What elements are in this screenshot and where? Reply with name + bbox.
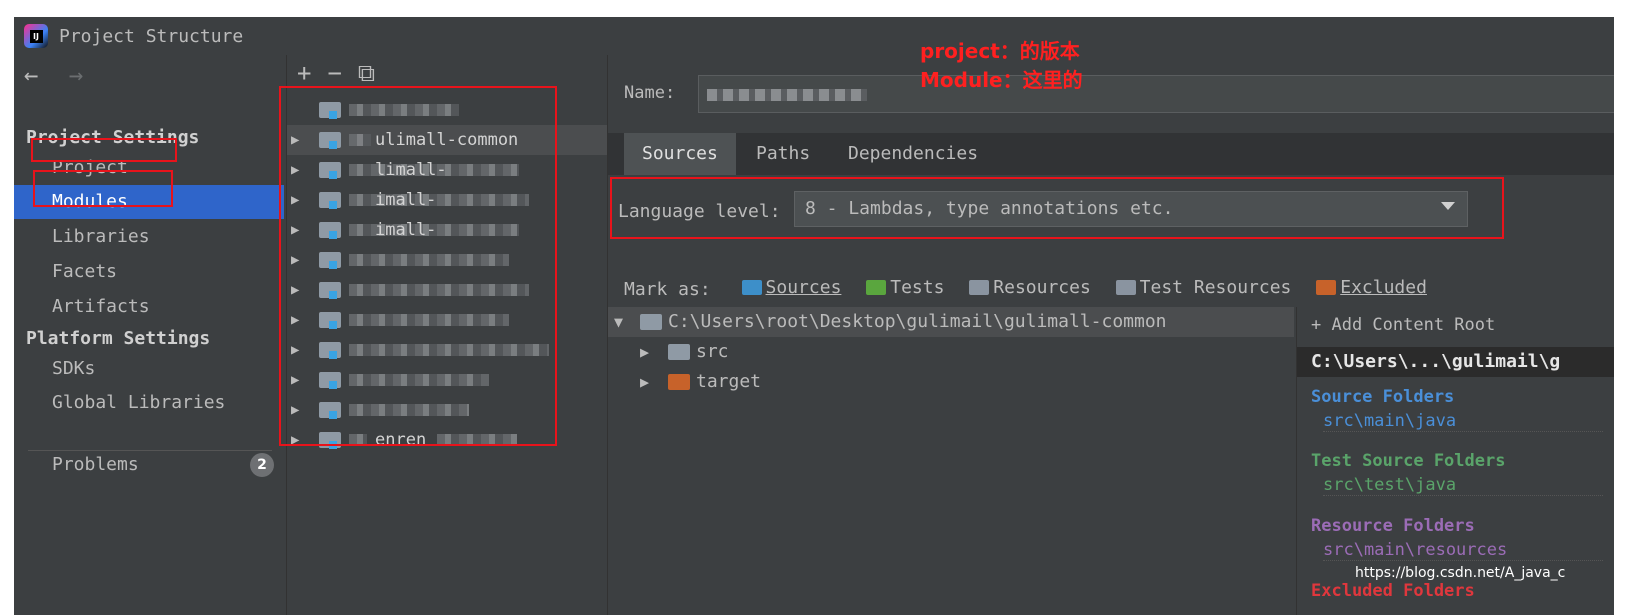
test-source-folder-item[interactable]: src\test\java xyxy=(1323,475,1603,496)
title-bar: IJ Project Structure xyxy=(14,17,1614,55)
annotation-line-2: Module：这里的 xyxy=(920,68,1083,92)
plus-icon[interactable]: + xyxy=(297,59,311,87)
project-structure-window: IJ Project Structure ← → Project Setting… xyxy=(14,17,1614,615)
nav-item-problems[interactable]: Problems 2 xyxy=(14,448,284,482)
mark-sources-button[interactable]: Sources xyxy=(741,277,842,298)
annotation-box-module-list xyxy=(279,86,557,446)
mark-excluded-button[interactable]: Excluded xyxy=(1316,277,1427,298)
arrow-right-icon[interactable]: → xyxy=(69,61,83,89)
window-title: Project Structure xyxy=(59,25,244,47)
tab-paths[interactable]: Paths xyxy=(738,133,828,175)
excluded-folder-icon xyxy=(668,374,690,390)
copy-icon[interactable]: ⧉ xyxy=(358,59,375,87)
mark-excluded-label: Excluded xyxy=(1340,277,1427,298)
mark-tests-label: Tests xyxy=(890,277,945,298)
annotation-box-language-level xyxy=(610,177,1504,239)
mark-as-row: Mark as: Sources Tests Resources Test Re… xyxy=(624,277,1441,300)
name-field[interactable] xyxy=(698,75,1614,113)
tree-row-label: src xyxy=(696,341,729,362)
expand-arrow-icon[interactable]: ▶ xyxy=(640,367,649,397)
nav-item-sdks[interactable]: SDKs xyxy=(14,352,284,386)
test-resources-folder-icon xyxy=(1115,280,1136,295)
tests-folder-icon xyxy=(866,280,887,295)
folder-icon xyxy=(668,344,690,360)
source-folders-heading: Source Folders xyxy=(1311,387,1455,407)
arrow-left-icon[interactable]: ← xyxy=(24,61,38,89)
content-tree: ▼ C:\Users\root\Desktop\gulimail\gulimal… xyxy=(608,307,1294,615)
problems-label: Problems xyxy=(52,454,139,475)
resources-folder-icon xyxy=(969,280,990,295)
mark-test-resources-button[interactable]: Test Resources xyxy=(1115,277,1292,298)
mark-sources-label: Sources xyxy=(765,277,842,298)
nav-item-artifacts[interactable]: Artifacts xyxy=(14,290,284,324)
content-root-path: C:\Users\...\gulimail\g xyxy=(1297,347,1614,377)
excluded-folders-heading: Excluded Folders xyxy=(1311,581,1475,601)
nav-item-global-libraries[interactable]: Global Libraries xyxy=(14,386,284,420)
mark-tests-button[interactable]: Tests xyxy=(866,277,944,298)
annotation-box-project xyxy=(31,138,177,162)
resource-folder-item[interactable]: src\main\resources xyxy=(1323,540,1603,561)
mark-as-label: Mark as: xyxy=(624,279,711,300)
collapse-arrow-icon[interactable]: ▼ xyxy=(614,307,623,337)
mark-resources-button[interactable]: Resources xyxy=(969,277,1091,298)
module-settings-panel: Name: Sources Paths Dependencies Languag… xyxy=(608,55,1614,615)
folder-icon xyxy=(640,314,662,330)
redacted-name-value xyxy=(707,89,867,101)
watermark: https://blog.csdn.net/A_java_c xyxy=(1355,565,1566,581)
add-content-root-button[interactable]: + Add Content Root xyxy=(1311,315,1495,335)
minus-icon[interactable]: − xyxy=(327,59,341,87)
tab-dependencies[interactable]: Dependencies xyxy=(830,133,996,175)
tree-row-label: C:\Users\root\Desktop\gulimail\gulimall-… xyxy=(668,311,1167,332)
tree-row-root[interactable]: ▼ C:\Users\root\Desktop\gulimail\gulimal… xyxy=(608,307,1294,337)
intellij-logo-icon: IJ xyxy=(24,24,48,48)
expand-arrow-icon[interactable]: ▶ xyxy=(640,337,649,367)
sources-folder-icon xyxy=(741,280,762,295)
name-label: Name: xyxy=(624,83,676,103)
mark-test-resources-label: Test Resources xyxy=(1139,277,1292,298)
nav-item-facets[interactable]: Facets xyxy=(14,255,284,289)
resource-folders-heading: Resource Folders xyxy=(1311,516,1475,536)
platform-settings-heading: Platform Settings xyxy=(26,328,211,349)
mark-resources-label: Resources xyxy=(993,277,1091,298)
annotation-line-1: project：的版本 xyxy=(920,39,1080,63)
source-folder-item[interactable]: src\main\java xyxy=(1323,411,1603,432)
problems-count-badge: 2 xyxy=(250,453,274,477)
excluded-folder-icon xyxy=(1316,280,1337,295)
tab-sources[interactable]: Sources xyxy=(624,133,736,175)
test-source-folders-heading: Test Source Folders xyxy=(1311,451,1506,471)
annotation-box-modules xyxy=(33,170,173,207)
nav-item-libraries[interactable]: Libraries xyxy=(14,220,284,254)
tabs-bar: Sources Paths Dependencies xyxy=(608,133,1614,175)
tree-row-label: target xyxy=(696,371,762,392)
